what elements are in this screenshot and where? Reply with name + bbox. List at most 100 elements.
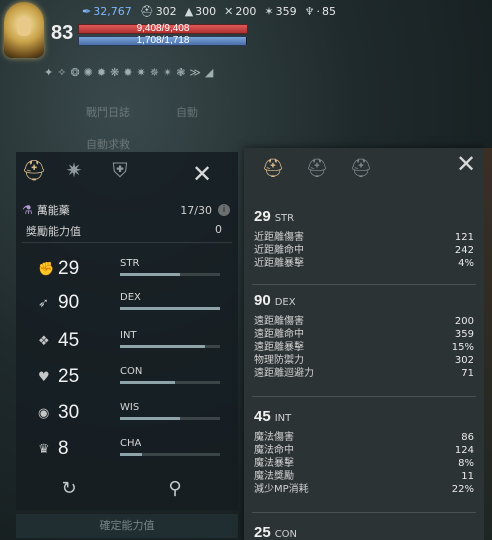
divider [22, 242, 232, 243]
stat-value: 8 [58, 438, 69, 459]
stat-line-dex[interactable]: ➶ 90 DEX [38, 292, 228, 316]
detail-row: 近距離暴擊 4% [254, 257, 476, 270]
detail-row: 魔法暴擊 8% [254, 457, 476, 470]
row-label: 魔法獎勵 [254, 471, 294, 482]
stat-value: 45 [58, 330, 80, 351]
stat-attack: ✕ 200 [224, 5, 256, 18]
row-label: 遠距離迴避力 [254, 368, 314, 379]
search-button[interactable]: ⚲ [162, 476, 188, 502]
buff-icon[interactable]: ✺ [84, 66, 93, 79]
search-icon: ⚲ [168, 478, 182, 499]
tab-stats[interactable]: ⛑ [20, 158, 48, 188]
detail-tabs: ⛑ ⛑ ⛑ ✕ [244, 148, 484, 194]
buff-icons-row: ✦ ✧ ❂ ✺ ✹ ❋ ✸ ✷ ✵ ✴ ❃ ≫ ◢ [44, 66, 213, 79]
buff-icon[interactable]: ❂ [70, 66, 79, 79]
charisma-crown-icon: ♛ [38, 442, 50, 457]
stat-speed: ▲ 300 [185, 5, 216, 18]
row-label: 遠距離暴擊 [254, 342, 304, 353]
stat-name: STR [120, 258, 140, 269]
buff-icon[interactable]: ✴ [163, 66, 172, 79]
stat-name: CON [120, 366, 143, 377]
buff-icon[interactable]: ❃ [176, 66, 185, 79]
feather-icon: ✒ [82, 5, 92, 18]
row-value: 71 [461, 368, 474, 379]
row-label: 近距離暴擊 [254, 258, 304, 269]
detail-row: 近距離傷害 121 [254, 231, 476, 244]
trophy-icon: ♆ [304, 5, 315, 18]
buff-icon[interactable]: ✷ [137, 66, 146, 79]
stat-bar-fill [120, 417, 180, 420]
bonus-label: 獎勵能力值 [26, 225, 81, 238]
intelligence-book-icon: ❖ [38, 334, 50, 349]
row-label: 近距離傷害 [254, 232, 304, 243]
close-icon[interactable]: ✕ [192, 162, 212, 186]
character-portrait[interactable] [4, 2, 44, 58]
stat-attack-value: 200 [235, 5, 257, 18]
buff-icon[interactable]: ≫ [189, 66, 201, 79]
stat-line-int[interactable]: ❖ 45 INT [38, 330, 228, 354]
buff-icon[interactable]: ✧ [57, 66, 66, 79]
info-icon[interactable]: i [218, 204, 230, 216]
dexterity-boot-icon: ➶ [38, 296, 49, 311]
stat-bar-fill [120, 307, 220, 310]
portrait-face [17, 16, 31, 36]
section-value: 29 [254, 208, 271, 225]
tab-magic[interactable]: ⛑ [348, 158, 374, 186]
buff-icon[interactable]: ✦ [44, 66, 53, 79]
row-value: 4% [458, 258, 474, 269]
stat-defense-value: 302 [155, 5, 177, 18]
close-icon[interactable]: ✕ [456, 152, 476, 176]
stat-line-str[interactable]: ✊ 29 STR [38, 258, 228, 282]
buff-icon[interactable]: ✹ [97, 66, 106, 79]
section-con: 25 CON [254, 524, 476, 540]
section-header: 45 INT [254, 408, 476, 425]
section-value: 90 [254, 292, 271, 309]
stat-bar-fill [120, 381, 175, 384]
potion-row: ⚗ 萬能藥 17/30 i [22, 200, 230, 220]
row-label: 遠距離命中 [254, 329, 304, 340]
stat-name: DEX [120, 292, 141, 303]
buff-icon[interactable]: ❋ [110, 66, 119, 79]
row-value: 242 [454, 245, 474, 256]
detail-row: 遠距離迴避力 71 [254, 367, 476, 380]
constitution-heart-icon: ♥ [38, 370, 50, 385]
stat-defense: ⛑ 302 [140, 5, 177, 18]
row-value: 86 [461, 432, 474, 443]
row-label: 魔法命中 [254, 445, 294, 456]
section-divider [252, 512, 476, 513]
stat-line-wis[interactable]: ◉ 30 WIS [38, 402, 228, 426]
spartan-helmet-icon: ⛑ [261, 158, 285, 179]
stat-name: CHA [120, 438, 142, 449]
spartan-helmet-icon: ⛑ [21, 158, 47, 182]
panel-bottom-buttons: ↻ ⚲ [16, 474, 238, 504]
stat-bar [120, 417, 220, 420]
background-label-log: 戰鬥日誌 [86, 106, 130, 119]
confirm-stats-button[interactable]: 確定能力值 [16, 514, 238, 538]
row-value: 22% [451, 484, 474, 495]
buff-icon[interactable]: ✸ [123, 66, 132, 79]
section-header: 25 CON [254, 524, 476, 540]
stat-line-cha[interactable]: ♛ 8 CHA [38, 438, 228, 462]
buff-icon[interactable]: ◢ [205, 66, 213, 79]
helmet-icon: ⛑ [139, 5, 154, 18]
hp-text: 9,408/9,408 [136, 23, 190, 34]
reset-button[interactable]: ↻ [56, 476, 82, 502]
stat-bar-fill [120, 345, 205, 348]
section-header: 90 DEX [254, 292, 476, 309]
wisdom-head-icon: ◉ [38, 406, 50, 421]
stat-line-con[interactable]: ♥ 25 CON [38, 366, 228, 390]
detail-row: 減少MP消耗 22% [254, 483, 476, 496]
strength-arm-icon: ✊ [38, 262, 55, 277]
section-int: 45 INT 魔法傷害 86 魔法命中 124 魔法暴擊 8% 魔法獎勵 11 減少MP… [254, 408, 476, 496]
stat-bar-fill [120, 453, 142, 456]
buff-icon[interactable]: ✵ [150, 66, 159, 79]
tab-ranged[interactable]: ⛑ [304, 158, 330, 186]
potion-count: 17/30 [180, 203, 212, 217]
potion-icon: ⚗ [22, 203, 33, 217]
stat-bar [120, 453, 220, 456]
tab-equipment[interactable]: ⛨ [106, 158, 134, 188]
dot-separator: · [316, 5, 320, 18]
boot-icon: ▲ [184, 5, 194, 18]
tab-melee[interactable]: ⛑ [260, 158, 286, 186]
tab-skills[interactable]: ✷ [60, 158, 88, 188]
